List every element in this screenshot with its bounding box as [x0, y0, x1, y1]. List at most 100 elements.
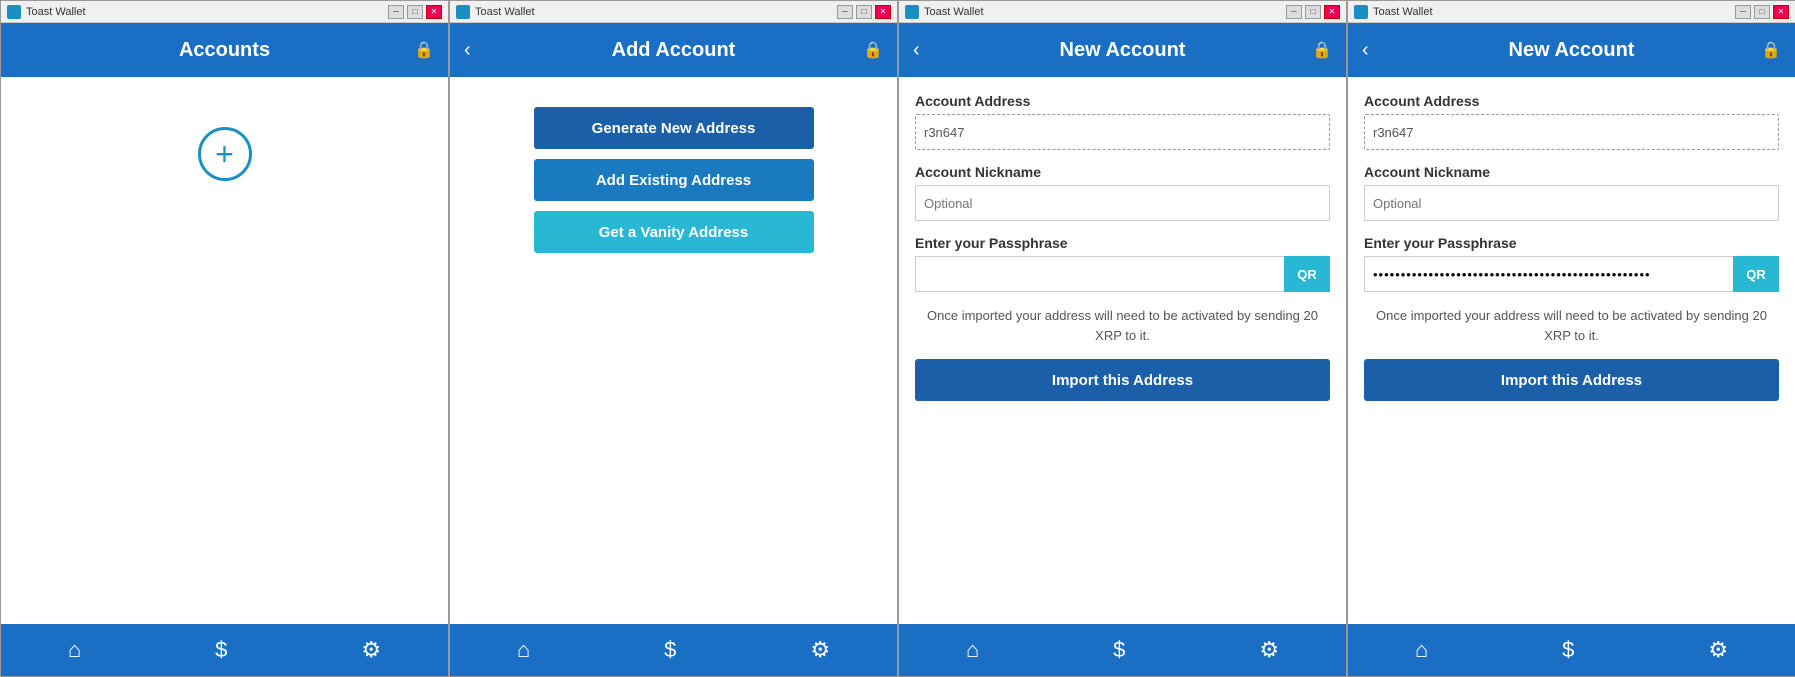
lock-icon-1: 🔒: [414, 40, 434, 60]
notice-text-3: Once imported your address will need to …: [915, 306, 1330, 345]
window-new-account-2: Toast Wallet ─ □ ✕ ‹ New Account 🔒 Accou…: [1347, 0, 1795, 677]
title-bar-left-3: Toast Wallet: [905, 5, 984, 19]
header-title-2: Add Account: [612, 39, 736, 62]
app-content-4: Account Address Account Nickname Enter y…: [1348, 77, 1795, 624]
header-title-3: New Account: [1060, 39, 1186, 62]
nickname-section-3: Account Nickname: [915, 164, 1330, 221]
window-add-account: Toast Wallet ─ □ ✕ ‹ Add Account 🔒 Gener…: [449, 0, 898, 677]
close-btn-3[interactable]: ✕: [1324, 5, 1340, 19]
plus-icon: +: [215, 138, 234, 170]
address-input-4[interactable]: [1364, 114, 1779, 150]
settings-nav-icon-1[interactable]: ⚙: [361, 637, 381, 663]
title-bar-left-1: Toast Wallet: [7, 5, 86, 19]
app-nav-3: ⌂ $ ⚙: [899, 624, 1346, 676]
title-bar-controls-1: ─ □ ✕: [388, 5, 442, 19]
lock-icon-3: 🔒: [1312, 40, 1332, 60]
passphrase-section-4: Enter your Passphrase QR: [1364, 235, 1779, 292]
minimize-btn-2[interactable]: ─: [837, 5, 853, 19]
title-bar-label-1: Toast Wallet: [26, 6, 86, 18]
maximize-btn-4[interactable]: □: [1754, 5, 1770, 19]
minimize-btn-1[interactable]: ─: [388, 5, 404, 19]
nickname-input-3[interactable]: [915, 185, 1330, 221]
nickname-input-4[interactable]: [1364, 185, 1779, 221]
title-bar-2: Toast Wallet ─ □ ✕: [450, 1, 897, 23]
header-title-1: Accounts: [179, 39, 270, 62]
passphrase-input-3[interactable]: [915, 256, 1284, 292]
add-account-options: Generate New Address Add Existing Addres…: [466, 97, 881, 263]
app-header-2: ‹ Add Account 🔒: [450, 23, 897, 77]
notice-text-4: Once imported your address will need to …: [1364, 306, 1779, 345]
address-input-3[interactable]: [915, 114, 1330, 150]
app-nav-2: ⌂ $ ⚙: [450, 624, 897, 676]
app-header-1: Accounts 🔒: [1, 23, 448, 77]
dollar-nav-icon-4[interactable]: $: [1562, 637, 1574, 663]
home-nav-icon-1[interactable]: ⌂: [68, 637, 81, 663]
home-nav-icon-3[interactable]: ⌂: [966, 637, 979, 663]
title-bar-controls-4: ─ □ ✕: [1735, 5, 1789, 19]
maximize-btn-3[interactable]: □: [1305, 5, 1321, 19]
maximize-btn-1[interactable]: □: [407, 5, 423, 19]
app-header-4: ‹ New Account 🔒: [1348, 23, 1795, 77]
import-button-3[interactable]: Import this Address: [915, 359, 1330, 401]
close-btn-2[interactable]: ✕: [875, 5, 891, 19]
address-section-4: Account Address: [1364, 93, 1779, 150]
address-label-3: Account Address: [915, 93, 1330, 109]
app-nav-1: ⌂ $ ⚙: [1, 624, 448, 676]
window-new-account-1: Toast Wallet ─ □ ✕ ‹ New Account 🔒 Accou…: [898, 0, 1347, 677]
import-button-4[interactable]: Import this Address: [1364, 359, 1779, 401]
settings-nav-icon-2[interactable]: ⚙: [810, 637, 830, 663]
nickname-label-4: Account Nickname: [1364, 164, 1779, 180]
generate-new-address-button[interactable]: Generate New Address: [534, 107, 814, 149]
passphrase-input-4[interactable]: [1364, 256, 1733, 292]
title-bar-left-4: Toast Wallet: [1354, 5, 1433, 19]
dollar-nav-icon-1[interactable]: $: [215, 637, 227, 663]
app-content-1: +: [1, 77, 448, 624]
title-bar-label-2: Toast Wallet: [475, 6, 535, 18]
home-nav-icon-4[interactable]: ⌂: [1415, 637, 1428, 663]
window-accounts: Toast Wallet ─ □ ✕ Accounts 🔒 + ⌂ $ ⚙: [0, 0, 449, 677]
add-account-button[interactable]: +: [198, 127, 252, 181]
app-icon-2: [456, 5, 470, 19]
title-bar-controls-2: ─ □ ✕: [837, 5, 891, 19]
app-icon-1: [7, 5, 21, 19]
qr-button-4[interactable]: QR: [1733, 256, 1779, 292]
title-bar-3: Toast Wallet ─ □ ✕: [899, 1, 1346, 23]
passphrase-section-3: Enter your Passphrase QR: [915, 235, 1330, 292]
app-icon-3: [905, 5, 919, 19]
qr-button-3[interactable]: QR: [1284, 256, 1330, 292]
back-button-2[interactable]: ‹: [464, 39, 471, 62]
title-bar-controls-3: ─ □ ✕: [1286, 5, 1340, 19]
title-bar-left-2: Toast Wallet: [456, 5, 535, 19]
close-btn-1[interactable]: ✕: [426, 5, 442, 19]
nickname-label-3: Account Nickname: [915, 164, 1330, 180]
address-label-4: Account Address: [1364, 93, 1779, 109]
header-title-4: New Account: [1509, 39, 1635, 62]
address-section-3: Account Address: [915, 93, 1330, 150]
settings-nav-icon-3[interactable]: ⚙: [1259, 637, 1279, 663]
title-bar-label-3: Toast Wallet: [924, 6, 984, 18]
minimize-btn-3[interactable]: ─: [1286, 5, 1302, 19]
app-nav-4: ⌂ $ ⚙: [1348, 624, 1795, 676]
passphrase-label-3: Enter your Passphrase: [915, 235, 1330, 251]
title-bar-label-4: Toast Wallet: [1373, 6, 1433, 18]
home-nav-icon-2[interactable]: ⌂: [517, 637, 530, 663]
settings-nav-icon-4[interactable]: ⚙: [1708, 637, 1728, 663]
dollar-nav-icon-2[interactable]: $: [664, 637, 676, 663]
app-content-2: Generate New Address Add Existing Addres…: [450, 77, 897, 624]
dollar-nav-icon-3[interactable]: $: [1113, 637, 1125, 663]
passphrase-row-4: QR: [1364, 256, 1779, 292]
lock-icon-2: 🔒: [863, 40, 883, 60]
back-button-3[interactable]: ‹: [913, 39, 920, 62]
app-header-3: ‹ New Account 🔒: [899, 23, 1346, 77]
maximize-btn-2[interactable]: □: [856, 5, 872, 19]
nickname-section-4: Account Nickname: [1364, 164, 1779, 221]
minimize-btn-4[interactable]: ─: [1735, 5, 1751, 19]
back-button-4[interactable]: ‹: [1362, 39, 1369, 62]
add-existing-address-button[interactable]: Add Existing Address: [534, 159, 814, 201]
passphrase-row-3: QR: [915, 256, 1330, 292]
get-vanity-address-button[interactable]: Get a Vanity Address: [534, 211, 814, 253]
passphrase-label-4: Enter your Passphrase: [1364, 235, 1779, 251]
app-content-3: Account Address Account Nickname Enter y…: [899, 77, 1346, 624]
close-btn-4[interactable]: ✕: [1773, 5, 1789, 19]
title-bar-4: Toast Wallet ─ □ ✕: [1348, 1, 1795, 23]
